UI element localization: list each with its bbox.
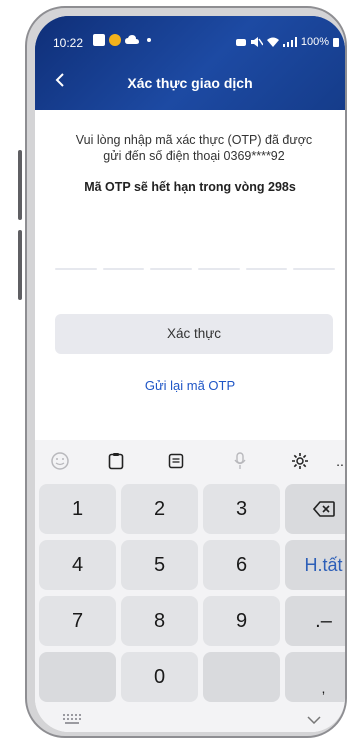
cloud-icon [125, 35, 139, 44]
text-edit-icon [168, 453, 184, 469]
resend-otp-link[interactable]: Gửi lại mã OTP [35, 378, 345, 393]
comma-key[interactable]: , [285, 652, 345, 702]
blank-key-left [39, 652, 116, 702]
otp-digit-slot[interactable] [198, 268, 240, 270]
clipboard-icon [108, 453, 124, 470]
wifi-icon [266, 37, 279, 47]
phone-side-button-bottom [18, 230, 22, 300]
status-bar: 10:22 100% [35, 16, 345, 62]
phone-frame: 10:22 100% Xác thực giao dịch Vui lòng n… [25, 6, 347, 738]
chevron-down-icon[interactable] [307, 716, 321, 724]
gear-icon [292, 453, 308, 469]
otp-digit-slot[interactable] [245, 268, 288, 270]
voice-input-button[interactable] [229, 450, 251, 472]
otp-digit-slot[interactable] [293, 268, 336, 270]
otp-instruction-line-1: Vui lòng nhập mã xác thực (OTP) đã được [75, 133, 313, 147]
phone-screen: 10:22 100% Xác thực giao dịch Vui lòng n… [35, 16, 345, 732]
phone-side-button-top [18, 150, 22, 220]
signal-icon [282, 37, 297, 47]
battery-icon [333, 38, 339, 47]
clipboard-button[interactable] [105, 450, 127, 472]
key-9[interactable]: 9 [203, 596, 280, 646]
done-key[interactable]: H.tất [285, 540, 345, 590]
otp-digit-slot[interactable] [55, 268, 97, 270]
key-2[interactable]: 2 [121, 484, 198, 534]
key-1[interactable]: 1 [39, 484, 116, 534]
text-edit-button[interactable] [165, 450, 187, 472]
key-5[interactable]: 5 [121, 540, 198, 590]
emoji-icon [51, 452, 69, 470]
blank-key-right [203, 652, 280, 702]
key-8[interactable]: 8 [121, 596, 198, 646]
otp-instruction-line-2: gửi đến số điện thoại 0369****92 [103, 149, 285, 163]
microphone-icon [234, 452, 246, 469]
page-title: Xác thực giao dịch [127, 75, 253, 91]
otp-input[interactable] [55, 268, 336, 270]
emoji-button[interactable] [49, 450, 71, 472]
keyboard-settings-button[interactable] [289, 450, 311, 472]
otp-expiry-text: Mã OTP sẽ hết hạn trong vòng 298s [84, 180, 296, 194]
otp-instruction: Vui lòng nhập mã xác thực (OTP) đã được … [59, 132, 329, 164]
confirm-button[interactable]: Xác thực [55, 314, 333, 354]
toolbar: Xác thực giao dịch [35, 62, 345, 102]
otp-digit-slot[interactable] [102, 268, 145, 270]
battery-percent: 100% [300, 36, 329, 48]
dot-icon [147, 38, 151, 42]
key-6[interactable]: 6 [203, 540, 280, 590]
keyboard-nav-bar [35, 710, 345, 732]
app-badge-icon [109, 34, 121, 46]
backspace-key[interactable] [285, 484, 345, 534]
keyboard-toolbar: ... [35, 440, 345, 482]
alarm-icon [235, 39, 246, 46]
numeric-keyboard: ... 1 2 3 4 5 6 H.tất 7 8 9 . [35, 440, 345, 732]
key-3[interactable]: 3 [203, 484, 280, 534]
status-time: 10:22 [53, 36, 84, 50]
otp-digit-slot[interactable] [150, 268, 193, 270]
symbol-key[interactable]: .– [285, 596, 345, 646]
status-right-icons: 100% [235, 36, 339, 48]
otp-section: Vui lòng nhập mã xác thực (OTP) đã được … [35, 110, 345, 440]
more-options-button[interactable]: ... [331, 450, 345, 472]
status-app-icons [93, 34, 151, 46]
key-0[interactable]: 0 [121, 652, 198, 702]
backspace-icon [312, 501, 335, 517]
app-header: 10:22 100% Xác thực giao dịch [35, 16, 345, 110]
key-4[interactable]: 4 [39, 540, 116, 590]
key-7[interactable]: 7 [39, 596, 116, 646]
mute-icon [250, 37, 263, 47]
keyboard-grid-icon[interactable] [63, 714, 81, 724]
gallery-icon [93, 34, 105, 46]
